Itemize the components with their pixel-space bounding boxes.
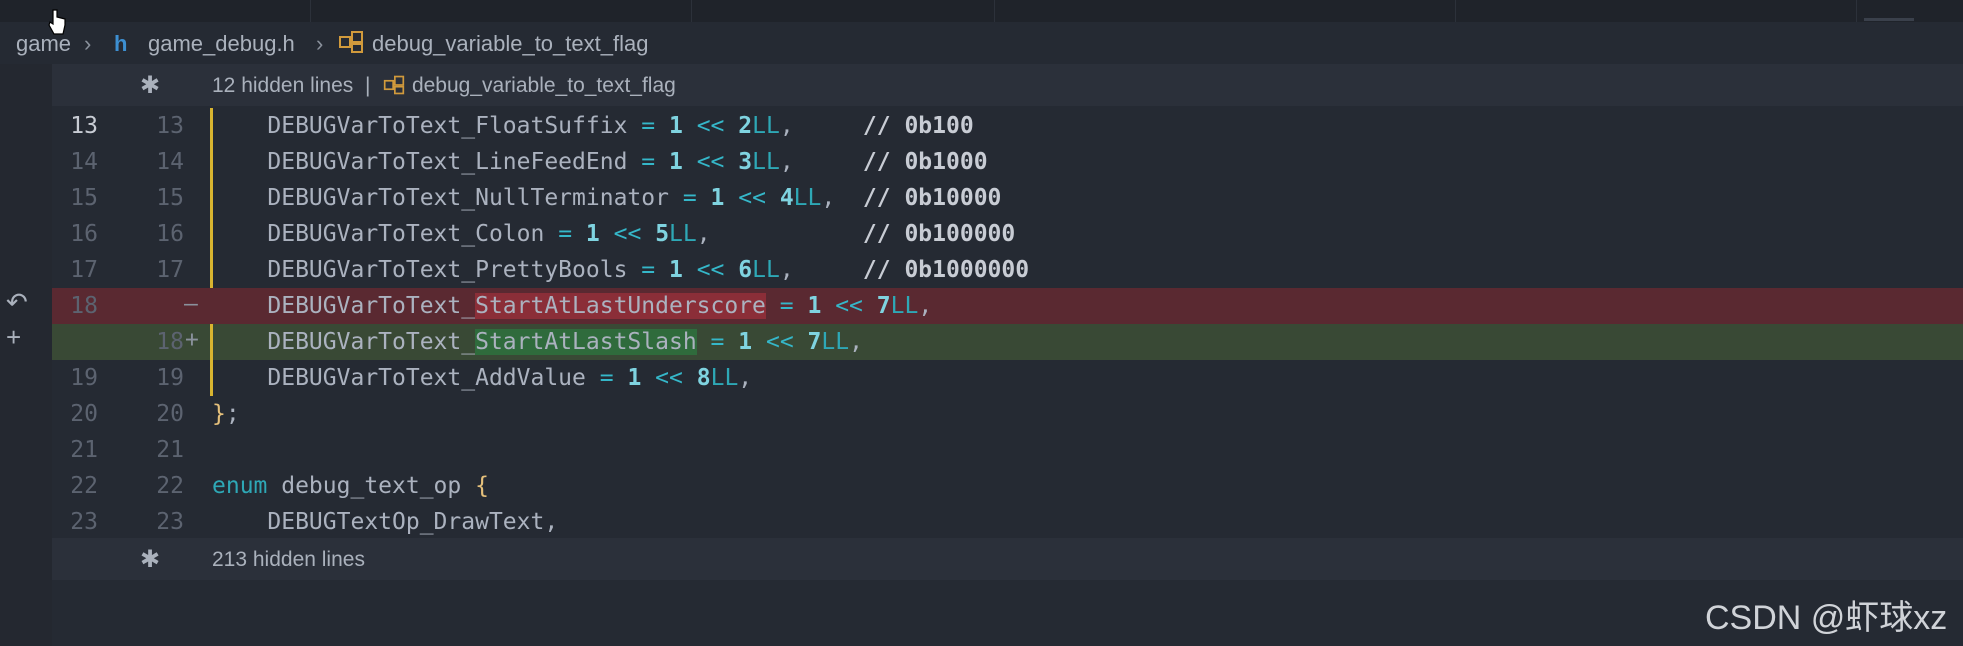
- code-text: DEBUGVarToText_StartAtLastUnderscore = 1…: [212, 293, 933, 319]
- code-line[interactable]: 19 19 DEBUGVarToText_AddValue = 1 << 8LL…: [52, 360, 1963, 396]
- new-line-number: 16: [156, 221, 184, 247]
- code-line[interactable]: 14 14 DEBUGVarToText_LineFeedEnd = 1 << …: [52, 144, 1963, 180]
- new-line-number: 14: [156, 149, 184, 175]
- breadcrumb-file[interactable]: game_debug.h: [148, 31, 295, 57]
- tab[interactable]: [995, 0, 1456, 22]
- addition-marker: +: [185, 327, 199, 353]
- new-line-number: 22: [156, 473, 184, 499]
- new-line-number: 17: [156, 257, 184, 283]
- expand-icon[interactable]: ✱: [140, 71, 160, 100]
- c-header-file-icon: h: [114, 31, 128, 56]
- new-line-number: 20: [156, 401, 184, 427]
- old-line-number: 21: [70, 437, 98, 463]
- code-text: };: [212, 401, 240, 427]
- code-line[interactable]: 21 21: [52, 432, 1963, 468]
- tab[interactable]: [692, 0, 995, 22]
- hidden-lines-fold-bottom[interactable]: ✱ 213 hidden lines: [52, 538, 1963, 580]
- hidden-lines-fold-top[interactable]: ✱ 12 hidden lines | debug_variable_to_te…: [52, 64, 1963, 106]
- hidden-lines-label: 213 hidden lines: [212, 548, 365, 571]
- old-line-number: 13: [70, 113, 98, 139]
- editor-gutter: [0, 64, 52, 646]
- struct-icon: [338, 29, 364, 61]
- new-line-number: 15: [156, 185, 184, 211]
- expand-icon[interactable]: ✱: [140, 545, 160, 574]
- code-line[interactable]: 16 16 DEBUGVarToText_Colon = 1 << 5LL, /…: [52, 216, 1963, 252]
- new-line-number: 23: [156, 509, 184, 535]
- tab-bar: [0, 0, 1963, 22]
- old-line-number: 19: [70, 365, 98, 391]
- old-line-number: 17: [70, 257, 98, 283]
- code-line[interactable]: 15 15 DEBUGVarToText_NullTerminator = 1 …: [52, 180, 1963, 216]
- code-text: DEBUGVarToText_Colon = 1 << 5LL, // 0b10…: [212, 221, 1016, 247]
- code-text: DEBUGVarToText_LineFeedEnd = 1 << 3LL, /…: [212, 149, 988, 175]
- code-line[interactable]: 20 20 };: [52, 396, 1963, 432]
- breadcrumb-symbol[interactable]: debug_variable_to_text_flag: [372, 31, 648, 57]
- code-text: DEBUGVarToText_AddValue = 1 << 8LL,: [212, 365, 753, 391]
- new-line-number: 21: [156, 437, 184, 463]
- struct-icon: [383, 75, 405, 95]
- tab[interactable]: [311, 0, 692, 22]
- chevron-right-icon: ›: [316, 31, 324, 56]
- old-line-number: 18: [70, 293, 98, 319]
- new-line-number: 19: [156, 365, 184, 391]
- added-code-line[interactable]: 18 + DEBUGVarToText_StartAtLastSlash = 1…: [52, 324, 1963, 360]
- code-text: DEBUGVarToText_StartAtLastSlash = 1 << 7…: [212, 329, 863, 355]
- chevron-right-icon: ›: [84, 31, 92, 56]
- old-line-number: 22: [70, 473, 98, 499]
- code-text: DEBUGVarToText_NullTerminator = 1 << 4LL…: [212, 185, 1002, 211]
- tab[interactable]: [1456, 0, 1857, 22]
- tab-scroll-indicator: [1864, 18, 1914, 21]
- breadcrumb-root[interactable]: game: [16, 31, 71, 57]
- code-line[interactable]: 23 23 DEBUGTextOp_DrawText,: [52, 504, 1963, 540]
- code-line[interactable]: 13 13 DEBUGVarToText_FloatSuffix = 1 << …: [52, 108, 1963, 144]
- hidden-lines-label: 12 hidden lines | debug_variable_to_text…: [212, 74, 676, 97]
- deletion-marker: —: [184, 291, 198, 317]
- code-text: DEBUGVarToText_PrettyBools = 1 << 6LL, /…: [212, 257, 1030, 283]
- deleted-code-line[interactable]: 18 — DEBUGVarToText_StartAtLastUnderscor…: [52, 288, 1963, 324]
- code-text: DEBUGVarToText_FloatSuffix = 1 << 2LL, /…: [212, 113, 974, 139]
- breadcrumb: game › h game_debug.h › debug_variable_t…: [0, 24, 1963, 64]
- revert-hunk-icon[interactable]: ↶: [6, 287, 28, 318]
- code-line[interactable]: 22 22 enum debug_text_op {: [52, 468, 1963, 504]
- old-line-number: 16: [70, 221, 98, 247]
- old-line-number: 23: [70, 509, 98, 535]
- tab[interactable]: [0, 0, 311, 22]
- old-line-number: 20: [70, 401, 98, 427]
- stage-hunk-icon[interactable]: +: [6, 322, 21, 353]
- code-text: enum debug_text_op {: [212, 473, 489, 499]
- new-line-number: 13: [156, 113, 184, 139]
- code-text: DEBUGTextOp_DrawText,: [212, 509, 559, 535]
- watermark: CSDN @虾球xz: [1705, 599, 1948, 637]
- new-line-number: 18: [156, 329, 184, 355]
- old-line-number: 15: [70, 185, 98, 211]
- old-line-number: 14: [70, 149, 98, 175]
- code-line[interactable]: 17 17 DEBUGVarToText_PrettyBools = 1 << …: [52, 252, 1963, 288]
